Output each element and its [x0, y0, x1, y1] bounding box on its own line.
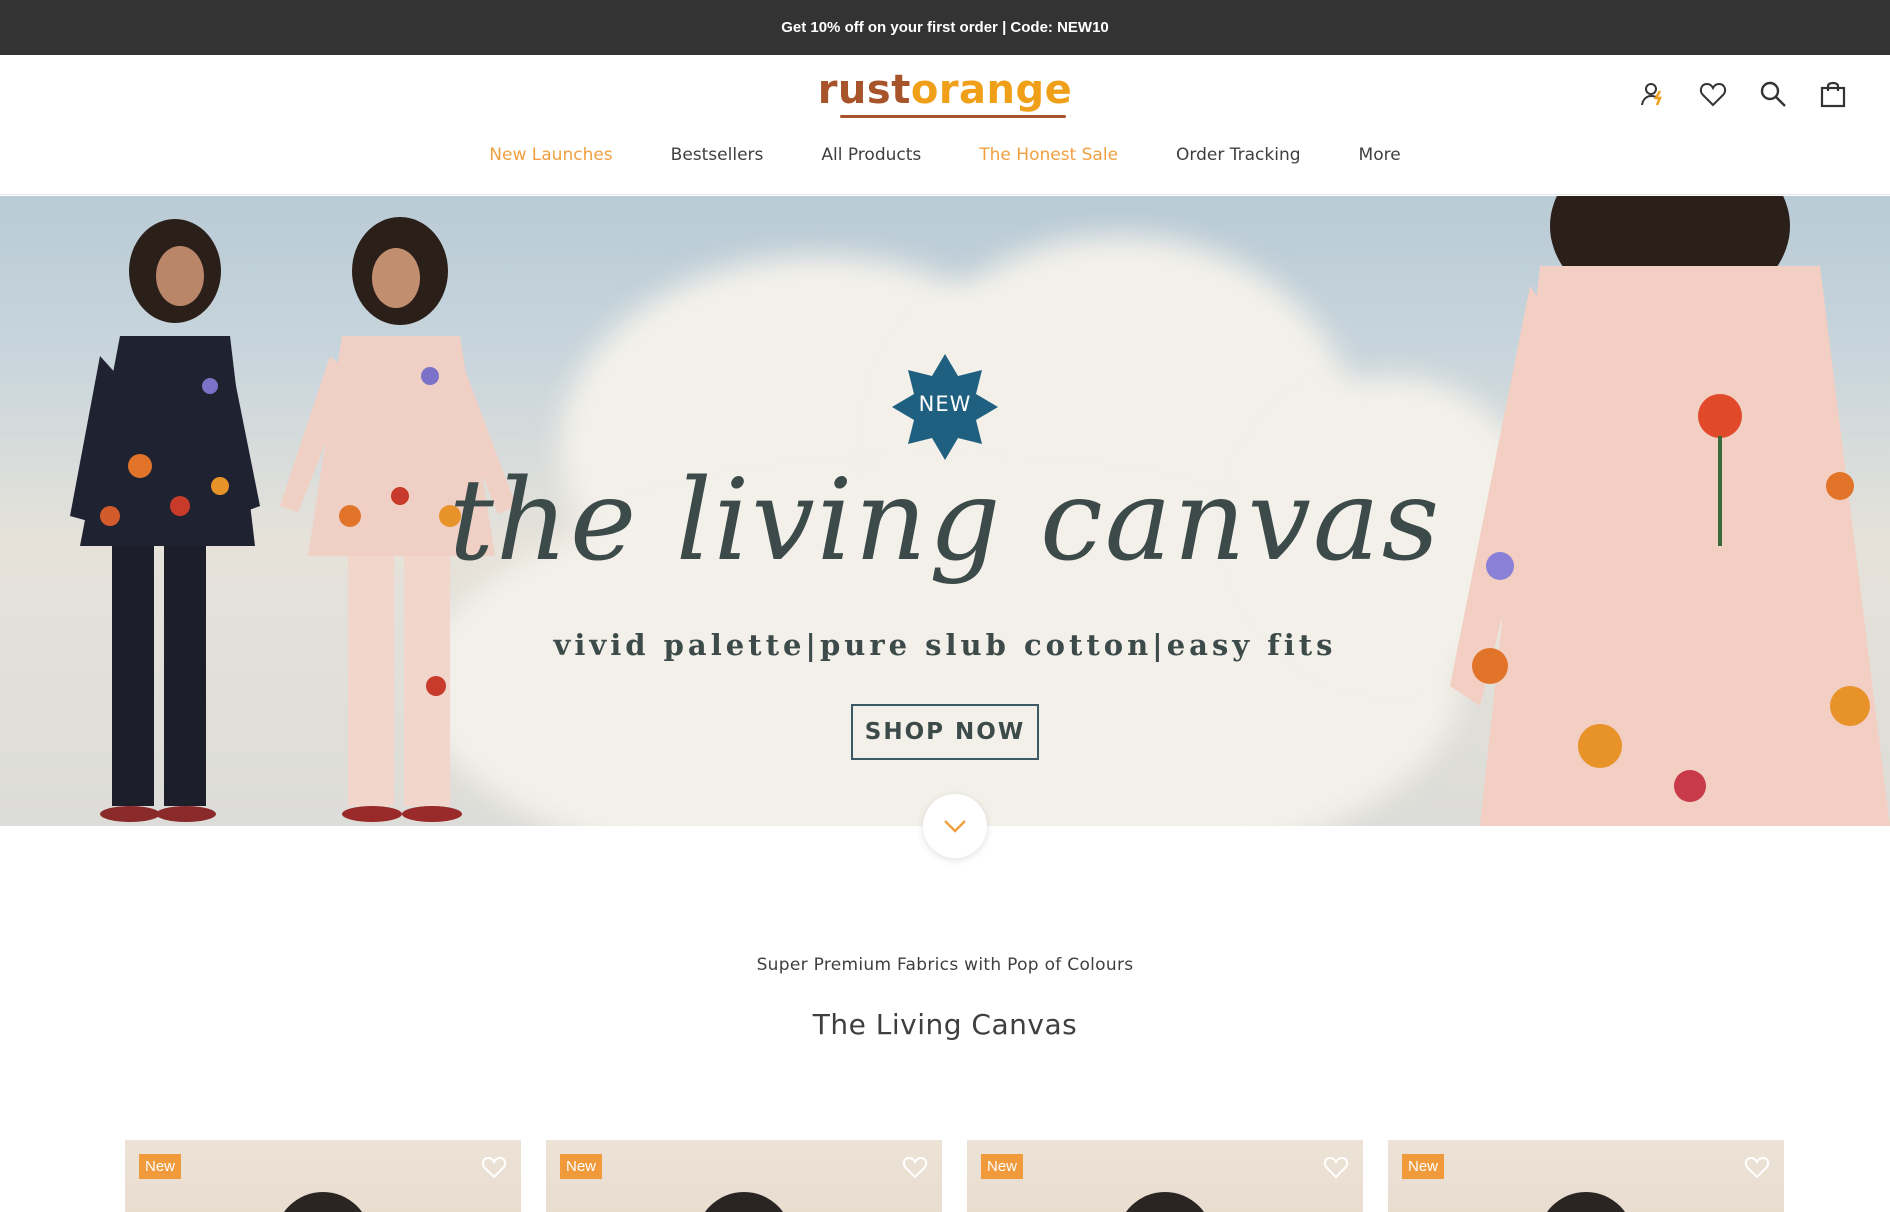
logo-text-orange: orange [910, 67, 1073, 113]
site-header: rustorange New Launches Bestsellers All … [0, 55, 1890, 195]
section-title: The Living Canvas [812, 1008, 1078, 1041]
wishlist-heart-icon[interactable] [481, 1154, 507, 1180]
product-image [696, 1192, 792, 1212]
nav-all-products[interactable]: All Products [821, 145, 921, 165]
hero-title: the living canvas [448, 456, 1442, 586]
hero-banner[interactable]: NEW the living canvas vivid palette|pure… [0, 196, 1890, 826]
nav-new-launches[interactable]: New Launches [489, 145, 612, 165]
wishlist-heart-icon[interactable] [1744, 1154, 1770, 1180]
new-tag: New [560, 1154, 603, 1179]
product-card[interactable]: New [125, 1140, 521, 1212]
nav-more[interactable]: More [1359, 145, 1401, 165]
announcement-text: Get 10% off on your first order | Code: … [781, 19, 1109, 36]
product-image [1117, 1192, 1213, 1212]
new-tag: New [981, 1154, 1024, 1179]
product-card[interactable]: New [1388, 1140, 1784, 1212]
main-navigation: New Launches Bestsellers All Products Th… [0, 145, 1890, 165]
nav-bestsellers[interactable]: Bestsellers [671, 145, 764, 165]
logo-text-rust: rust [817, 67, 911, 113]
search-icon[interactable] [1758, 79, 1788, 109]
announcement-bar: Get 10% off on your first order | Code: … [0, 0, 1890, 55]
nav-order-tracking[interactable]: Order Tracking [1176, 145, 1301, 165]
brand-logo[interactable]: rustorange [0, 67, 1890, 113]
chevron-down-icon [944, 820, 966, 833]
new-tag: New [1402, 1154, 1445, 1179]
product-image [1538, 1192, 1634, 1212]
shop-now-button[interactable]: SHOP NOW [851, 704, 1039, 760]
new-badge-text: NEW [918, 392, 972, 416]
product-image [275, 1192, 371, 1212]
cart-icon[interactable] [1818, 79, 1848, 109]
product-card[interactable]: New [967, 1140, 1363, 1212]
nav-honest-sale[interactable]: The Honest Sale [979, 145, 1118, 165]
scroll-down-button[interactable] [923, 794, 987, 858]
hero-subtitle: vivid palette|pure slub cotton|easy fits [553, 628, 1337, 662]
logo-underline [840, 115, 1066, 118]
account-icon[interactable] [1638, 79, 1668, 109]
header-icons [1638, 79, 1848, 109]
wishlist-heart-icon[interactable] [1323, 1154, 1349, 1180]
section-subtitle: Super Premium Fabrics with Pop of Colour… [756, 955, 1134, 975]
new-tag: New [139, 1154, 182, 1179]
product-card[interactable]: New [546, 1140, 942, 1212]
wishlist-icon[interactable] [1698, 79, 1728, 109]
wishlist-heart-icon[interactable] [902, 1154, 928, 1180]
product-grid: New New New New [125, 1140, 1785, 1212]
